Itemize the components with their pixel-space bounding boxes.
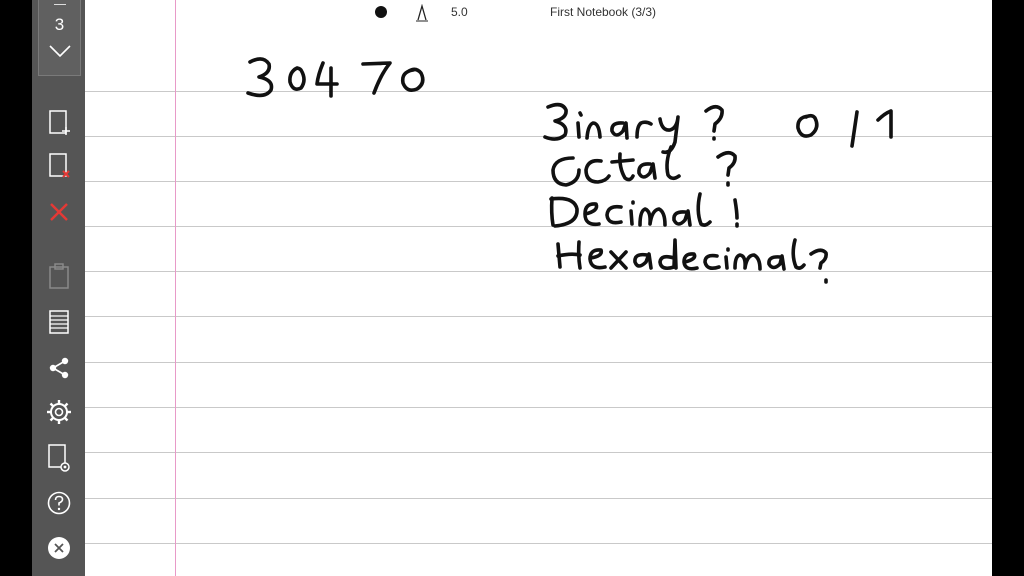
close-x-icon [50,203,68,221]
delete-page-button[interactable] [38,148,80,184]
help-icon [47,491,71,515]
paste-button[interactable] [38,258,80,294]
paper-style-icon [49,310,69,334]
share-button[interactable] [38,350,80,386]
settings-button[interactable] [38,394,80,430]
paper-style-button[interactable] [38,304,80,340]
clear-button[interactable] [38,194,80,230]
exit-button[interactable] [38,530,80,566]
right-frame [992,0,1024,576]
page-settings-button[interactable] [38,440,80,476]
help-button[interactable] [38,485,80,521]
current-page-number: 3 [54,15,65,34]
notebook-page[interactable]: 5.0 First Notebook (3/3) [85,0,992,576]
page-settings-icon [48,444,70,472]
page-navigator[interactable]: 3 [38,0,81,76]
add-page-icon [49,110,70,135]
exit-icon [48,537,70,559]
handwriting-layer [246,57,893,284]
share-icon [49,357,69,379]
handwritten-number [246,57,425,98]
delete-page-icon [49,153,70,178]
handwritten-hexadecimal [556,238,828,284]
handwritten-decimal [549,192,739,228]
handwritten-binary-digits [796,109,893,148]
chevron-down-icon[interactable] [48,44,72,58]
left-frame [0,0,32,576]
handwritten-binary [543,102,724,155]
page-up-indicator[interactable] [54,4,66,5]
settings-gear-icon [47,400,71,424]
clipboard-icon [49,263,69,289]
handwritten-octal [551,145,737,187]
add-page-button[interactable] [38,105,80,141]
